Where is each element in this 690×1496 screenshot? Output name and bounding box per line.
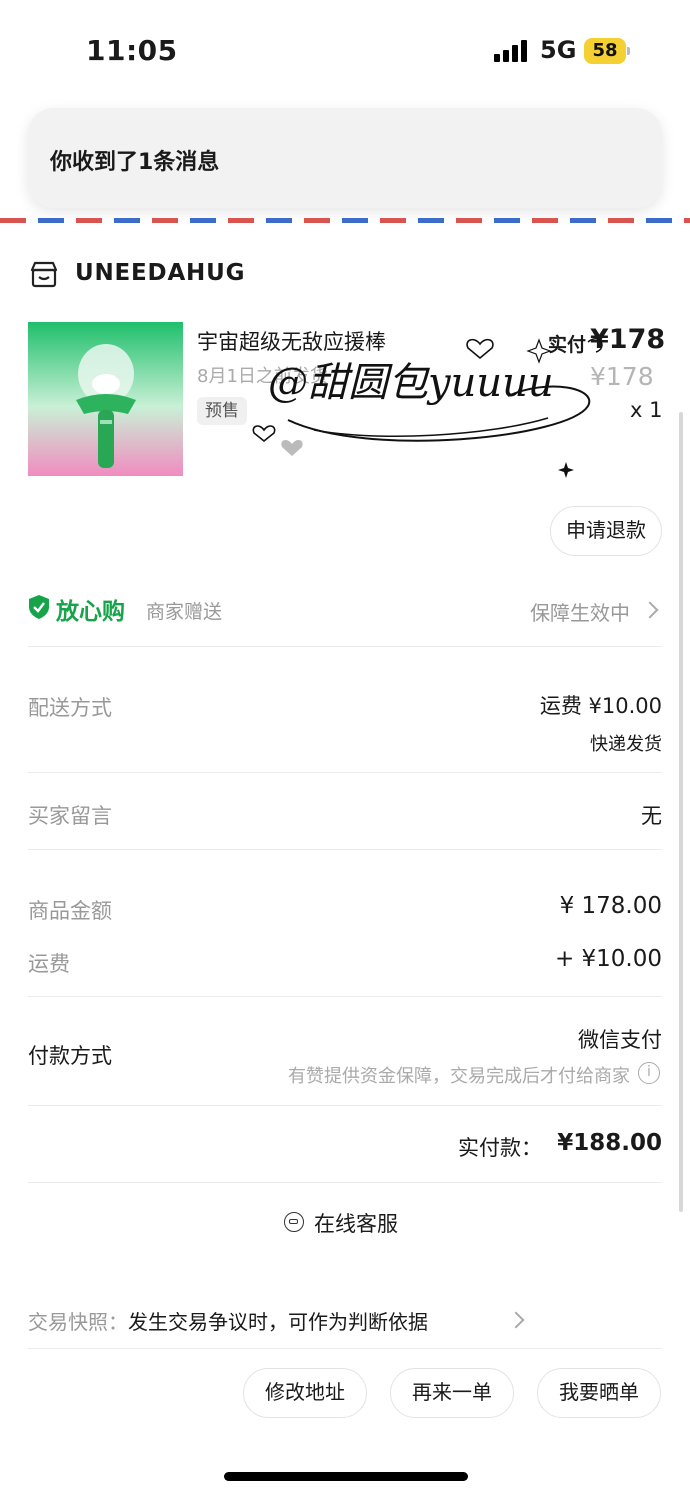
divider [28, 646, 662, 647]
payment-guarantee-note: 有赞提供资金保障，交易完成后才付给商家 [288, 1066, 630, 1087]
goods-amount-label: 商品金额 [28, 899, 112, 923]
shipping-fee-value: + ¥10.00 [554, 946, 662, 972]
divider [28, 1182, 662, 1183]
share-order-button[interactable]: 我要晒单 [537, 1368, 661, 1418]
home-indicator[interactable] [224, 1472, 468, 1481]
online-service-label: 在线客服 [314, 1212, 398, 1236]
total-paid-value: ¥188.00 [557, 1130, 662, 1156]
shipping-fee-label: 运费 [28, 952, 70, 976]
payment-method-value: 微信支付 [578, 1028, 662, 1052]
request-refund-button[interactable]: 申请退款 [550, 506, 662, 556]
cellular-signal-icon [494, 40, 530, 62]
snapshot-label: 交易快照： [28, 1310, 128, 1334]
trade-snapshot-link[interactable]: 交易快照：发生交易争议时，可作为判断依据 [28, 1306, 428, 1335]
goods-amount-value: ¥ 178.00 [559, 893, 662, 919]
clock: 11:05 [86, 34, 178, 67]
chevron-right-icon [641, 601, 659, 619]
buyer-note-label: 买家留言 [28, 804, 112, 828]
presale-tag: 预售 [197, 397, 247, 425]
assurance-status: 保障生效中 [530, 601, 630, 625]
chat-icon [284, 1212, 304, 1232]
quantity: x 1 [630, 398, 663, 422]
chevron-right-icon [507, 1311, 525, 1329]
divider [28, 1348, 662, 1349]
paid-label: 实付 [548, 334, 587, 356]
product-image[interactable] [28, 322, 183, 476]
shop-name: UNEEDAHUG [75, 260, 246, 286]
assurance-subtitle: 商家赠送 [146, 601, 223, 623]
notification-banner[interactable]: 你收到了1条消息 [28, 108, 662, 208]
scrollbar[interactable] [679, 412, 683, 1212]
snapshot-text: 发生交易争议时，可作为判断依据 [128, 1310, 428, 1334]
total-paid-label: 实付款： [458, 1136, 542, 1160]
delivery-fee: 运费 ¥10.00 [539, 694, 662, 718]
reorder-button[interactable]: 再来一单 [390, 1368, 514, 1418]
buyer-note-value: 无 [641, 804, 662, 828]
modify-address-button[interactable]: 修改地址 [243, 1368, 367, 1418]
divider [28, 772, 662, 773]
assurance-title: 放心购 [56, 599, 125, 625]
ship-date-note: 8月1日之前发货 [197, 366, 328, 387]
divider [28, 849, 662, 850]
payment-method-label: 付款方式 [28, 1044, 112, 1068]
shield-check-icon [29, 595, 49, 619]
original-price: ¥178 [590, 362, 654, 391]
assurance-row[interactable]: 放心购 商家赠送 保障生效中 [28, 590, 662, 630]
airmail-border [0, 218, 690, 223]
delivery-method: 快递发货 [590, 734, 662, 755]
battery-level: 58 [584, 38, 626, 64]
status-bar: 11:05 5G 58 [0, 0, 690, 100]
battery-icon: 58 [584, 38, 630, 64]
store-icon [30, 261, 58, 288]
paid-price: ¥178 [590, 324, 666, 355]
delivery-label: 配送方式 [28, 696, 112, 720]
divider [28, 1105, 662, 1106]
network-type: 5G [540, 36, 577, 64]
divider [28, 996, 662, 997]
info-icon[interactable]: i [638, 1062, 660, 1084]
notification-text: 你收到了1条消息 [50, 150, 220, 175]
product-title[interactable]: 宇宙超级无敌应援棒 [197, 326, 386, 356]
